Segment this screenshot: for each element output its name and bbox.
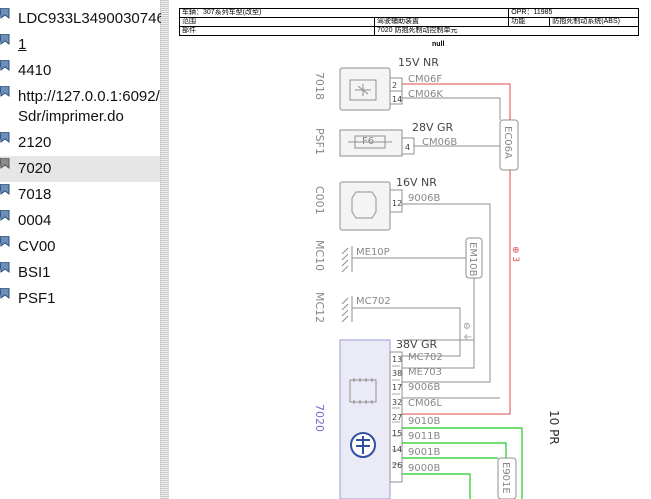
label-em10b: EM10B xyxy=(467,242,478,277)
label-cm06f: CM06F xyxy=(408,74,442,85)
bookmark-icon xyxy=(0,60,10,71)
label-9010b: 9010B xyxy=(408,416,440,427)
pin-14: 14 xyxy=(392,95,402,104)
bookmark-icon xyxy=(0,132,10,143)
wire-9000b xyxy=(402,473,471,499)
label-15v-nr: 15V NR xyxy=(398,56,439,69)
pin-15: 15 xyxy=(392,429,402,438)
bookmark-url[interactable]: http://127.0.0.1:6092/ Sdr/imprimer.do xyxy=(0,84,160,130)
bookmark-psf1[interactable]: PSF1 xyxy=(0,286,160,312)
bookmark-icon xyxy=(0,236,10,247)
bookmark-icon xyxy=(0,158,10,169)
document-view: 车辆：307系列车型(改型) OPR：11985 范围 驾驶辅助装置 功能 防抱… xyxy=(170,0,651,499)
bookmark-label: http://127.0.0.1:6092/ xyxy=(18,88,160,105)
label-9000b: 9000B xyxy=(408,463,440,474)
label-cm06k: CM06K xyxy=(408,89,443,100)
bookmark-icon xyxy=(0,34,10,45)
component-7018-box xyxy=(339,67,391,111)
label-28v-gr: 28V GR xyxy=(412,121,454,134)
component-c001-box xyxy=(339,181,391,231)
label-e901e: E901E xyxy=(500,462,511,494)
bookmark-icon xyxy=(0,86,10,97)
bookmark-label: 0004 xyxy=(18,212,52,229)
pin-32: 32 xyxy=(392,398,402,407)
label-38v-gr: 38V GR xyxy=(396,338,438,351)
label-f6: F6 xyxy=(362,136,374,147)
bookmark-icon xyxy=(0,184,10,195)
label-9006b-top: 9006B xyxy=(408,193,440,204)
label-mc702-top: MC702 xyxy=(356,296,391,307)
label-c001: C001 xyxy=(313,186,326,215)
wire-cm06k xyxy=(402,97,501,120)
bookmark-label: BSI1 xyxy=(18,264,51,281)
label-cm06b: CM06B xyxy=(422,137,457,148)
bookmark-label: 4410 xyxy=(18,62,52,79)
bookmarks-panel: LDC933L3490030746 1 4410 http://127.0.0.… xyxy=(0,0,165,499)
bookmark-label: CV00 xyxy=(18,238,56,255)
label-9011b: 9011B xyxy=(408,431,440,442)
bookmark-label: PSF1 xyxy=(18,290,56,307)
bookmark-icon xyxy=(0,8,10,19)
label-9001b: 9001B xyxy=(408,447,440,458)
bookmark-bsi1[interactable]: BSI1 xyxy=(0,260,160,286)
label-me10p: ME10P xyxy=(356,247,390,258)
pin-4: 4 xyxy=(405,143,410,152)
bookmark-label: 7018 xyxy=(18,186,52,203)
label-cm06l: CM06L xyxy=(408,398,442,409)
bookmark-cv00[interactable]: CV00 xyxy=(0,234,160,260)
panel-splitter[interactable] xyxy=(161,0,169,499)
bookmark-label: 1 xyxy=(18,36,27,53)
pin-27: 27 xyxy=(392,413,402,422)
label-red-mark: ⊕ 3 xyxy=(510,246,520,262)
label-7018: 7018 xyxy=(313,72,326,100)
bookmark-icon xyxy=(0,288,10,299)
label-16v-nr: 16V NR xyxy=(396,176,437,189)
bookmark-1[interactable]: 1 xyxy=(0,32,160,58)
pin-17: 17 xyxy=(392,383,402,392)
pin-2: 2 xyxy=(392,81,397,90)
label-ec06a: EC06A xyxy=(502,126,513,159)
bookmark-label: 7020 xyxy=(18,160,52,177)
bookmark-label: LDC933L3490030746 xyxy=(18,10,165,27)
label-7020: 7020 xyxy=(313,404,326,432)
label-9006b: 9006B xyxy=(408,382,440,393)
wiring-diagram: 15V NR CM06F CM06K 28V GR F6 CM06B 16V N… xyxy=(313,56,561,499)
bookmark-label: 2120 xyxy=(18,134,52,151)
component-7020-box xyxy=(339,339,391,499)
pin-13: 13 xyxy=(392,355,402,364)
bookmark-4410[interactable]: 4410 xyxy=(0,58,160,84)
bookmark-0004[interactable]: 0004 xyxy=(0,208,160,234)
bookmark-vin[interactable]: LDC933L3490030746 xyxy=(0,6,165,32)
label-side-10pr: 10 PR xyxy=(547,410,561,445)
bookmark-label-line2: Sdr/imprimer.do xyxy=(18,108,124,125)
label-mc702: MC702 xyxy=(408,352,443,363)
bookmark-7020[interactable]: 7020 xyxy=(0,156,160,182)
pin-26: 26 xyxy=(392,461,402,470)
bookmark-7018[interactable]: 7018 xyxy=(0,182,160,208)
label-psf1: PSF1 xyxy=(313,128,326,155)
bookmark-2120[interactable]: 2120 xyxy=(0,130,160,156)
bookmark-icon xyxy=(0,210,10,221)
pin-38: 38 xyxy=(392,369,402,378)
bookmark-icon xyxy=(0,262,10,273)
label-gray-mark: ⊖ ⏚ xyxy=(461,322,472,341)
pin-14b: 14 xyxy=(392,445,402,454)
label-mc10: MC10 xyxy=(313,240,326,271)
label-mc12: MC12 xyxy=(313,292,326,323)
pin-12: 12 xyxy=(392,199,402,208)
label-me703: ME703 xyxy=(408,367,442,378)
